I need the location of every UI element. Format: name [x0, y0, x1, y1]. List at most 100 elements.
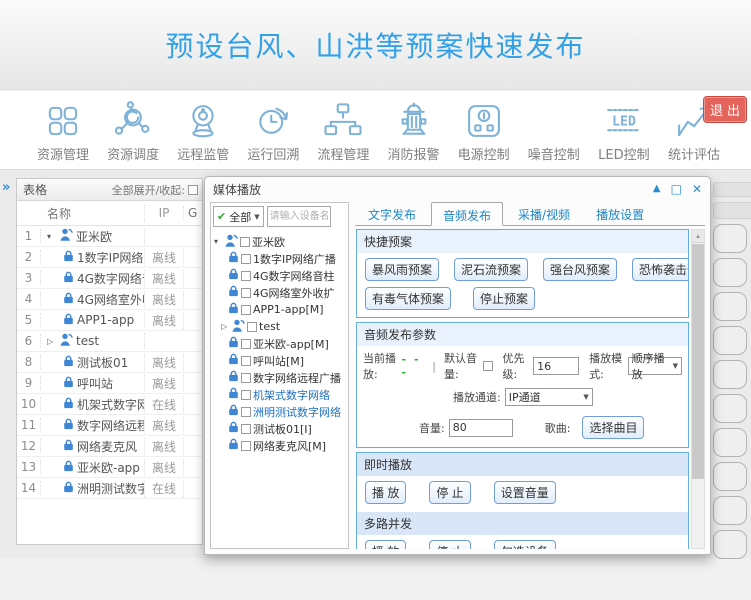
table-row[interactable]: 13亚米欧-app离线 — [17, 457, 202, 478]
table-row[interactable]: 11数字网络远程广离线 — [17, 415, 202, 436]
table-row[interactable]: 8测试板01离线 — [17, 352, 202, 373]
scrollbar-thumb[interactable] — [692, 244, 704, 479]
volume-input[interactable] — [449, 419, 513, 437]
quick-plan-button[interactable]: 暴风雨预案 — [365, 258, 439, 281]
default-volume-checkbox[interactable] — [483, 361, 493, 371]
quick-plan-button[interactable]: 泥石流预案 — [454, 258, 528, 281]
tree-checkbox[interactable] — [241, 254, 251, 264]
minimize-icon[interactable]: ▲ — [653, 184, 661, 194]
tree-checkbox[interactable] — [241, 424, 251, 434]
row-name-cell: APP1-app — [41, 313, 145, 328]
tab-采播/视频[interactable]: 采播/视频 — [507, 202, 581, 225]
tree-item[interactable]: 洲明测试数字网络 — [214, 403, 348, 420]
tree-item[interactable]: 机架式数字网络 — [214, 386, 348, 403]
instant-play-button[interactable]: 播 放 — [365, 481, 406, 504]
multi-play-button[interactable]: 勾选设备 — [494, 540, 556, 549]
tree-checkbox[interactable] — [241, 339, 251, 349]
tree-collapsed-icon[interactable]: ▷ — [47, 337, 57, 346]
tree-checkbox[interactable] — [241, 390, 251, 400]
chevron-down-icon: ▼ — [254, 213, 259, 221]
toolbar-button-5[interactable]: 流程管理 — [310, 98, 376, 169]
expand-collapse-checkbox[interactable] — [188, 185, 198, 195]
tree-expanded-icon[interactable]: ▾ — [47, 232, 57, 241]
quick-plan-button[interactable]: 停止预案 — [473, 287, 535, 310]
tree-item[interactable]: 4G网络室外收扩 — [214, 284, 348, 301]
table-row[interactable]: 5APP1-app离线 — [17, 310, 202, 331]
table-row[interactable]: 14洲明测试数字网在线 — [17, 478, 202, 499]
toolbar-label: 远程监管 — [177, 144, 229, 163]
scroll-up-icon[interactable]: ▴ — [692, 230, 704, 243]
content-scrollbar[interactable]: ▴ — [691, 229, 705, 549]
sections: 快捷预案 暴风雨预案泥石流预案强台风预案恐怖袭击预案 有毒气体预案停止预案 音频… — [356, 229, 689, 549]
table-row[interactable]: 10机架式数字网络在线 — [17, 394, 202, 415]
tree-checkbox[interactable] — [241, 288, 251, 298]
table-row[interactable]: 12网络麦克风离线 — [17, 436, 202, 457]
toolbar-button-4[interactable]: 运行回溯 — [240, 98, 306, 169]
toolbar-label: 运行回溯 — [247, 144, 299, 163]
quick-plan-button[interactable]: 恐怖袭击预案 — [632, 258, 689, 281]
tree-checkbox[interactable] — [247, 322, 257, 332]
quick-plan-button[interactable]: 强台风预案 — [543, 258, 617, 281]
tree-item[interactable]: 数字网络远程广播 — [214, 369, 348, 386]
tree-checkbox[interactable] — [240, 237, 250, 247]
tree-collapsed-icon[interactable]: ▷ — [221, 322, 230, 331]
tab-播放设置[interactable]: 播放设置 — [585, 202, 655, 225]
tree-checkbox[interactable] — [241, 356, 251, 366]
table-row[interactable]: 21数字IP网络广播离线 — [17, 247, 202, 268]
tree-item[interactable]: 网络麦克风[M] — [214, 437, 348, 454]
tree-item[interactable]: 亚米欧-app[M] — [214, 335, 348, 352]
section-audio-params: 音频发布参数 当前播放: - - - | 默认音量: 优先级: 播放模式: 顺序… — [356, 322, 689, 448]
table-row[interactable]: 34G数字网络音柱离线 — [17, 268, 202, 289]
tab-文字发布[interactable]: 文字发布 — [357, 202, 427, 225]
instant-play-button[interactable]: 设置音量 — [494, 481, 556, 504]
tree-item[interactable]: ▷test — [214, 318, 348, 335]
toolbar-button-2[interactable]: 资源调度 — [100, 98, 166, 169]
tree-item[interactable]: 测试板01[I] — [214, 420, 348, 437]
channel-select[interactable]: IP通道 ▼ — [505, 388, 593, 406]
device-icon — [63, 439, 74, 454]
quick-plan-buttons-row2: 有毒气体预案停止预案 — [357, 285, 688, 317]
tree-item[interactable]: 4G数字网络音柱 — [214, 267, 348, 284]
toolbar-button-3[interactable]: 远程监管 — [170, 98, 236, 169]
table-row[interactable]: 9呼叫站离线 — [17, 373, 202, 394]
toolbar-button-8[interactable]: 噪音控制 — [521, 98, 587, 169]
quick-plan-button[interactable]: 有毒气体预案 — [365, 287, 451, 310]
tree-item[interactable]: 1数字IP网络广播 — [214, 250, 348, 267]
play-mode-select[interactable]: 顺序播放 ▼ — [628, 357, 682, 375]
multi-play-button[interactable]: 播 放 — [365, 540, 406, 549]
tree-item[interactable]: ▾亚米欧 — [214, 233, 348, 250]
toolbar-button-6[interactable]: 消防报警 — [381, 98, 447, 169]
multi-play-button[interactable]: 停 止 — [429, 540, 470, 549]
toolbar-button-9[interactable]: LEDLED控制 — [591, 98, 657, 169]
device-search-input[interactable] — [267, 206, 331, 227]
select-track-button[interactable]: 选择曲目 — [582, 416, 644, 439]
close-icon[interactable]: ✕ — [692, 184, 702, 194]
tree-item[interactable]: 呼叫站[M] — [214, 352, 348, 369]
priority-input[interactable] — [533, 357, 579, 375]
row-number: 2 — [17, 250, 41, 264]
panel-collapse-chevron[interactable]: » — [0, 170, 16, 195]
maximize-icon[interactable]: □ — [671, 184, 682, 194]
instant-play-button[interactable]: 停 止 — [429, 481, 470, 504]
tree-checkbox[interactable] — [241, 441, 251, 451]
table-row[interactable]: 44G网络室外收扩离线 — [17, 289, 202, 310]
dialog-titlebar[interactable]: 媒体播放 ▲ □ ✕ — [205, 177, 710, 201]
tree-checkbox[interactable] — [241, 407, 251, 417]
tree-checkbox[interactable] — [241, 305, 251, 315]
song-label: 歌曲: — [545, 420, 571, 436]
table-row[interactable]: 1▾亚米欧 — [17, 226, 202, 247]
table-row[interactable]: 6▷test — [17, 331, 202, 352]
socket-icon — [463, 98, 505, 144]
tab-音频发布[interactable]: 音频发布 — [431, 202, 503, 226]
background-button — [713, 224, 747, 253]
tree-checkbox[interactable] — [241, 373, 251, 383]
expand-collapse-toggle[interactable]: 全部展开/收起: — [112, 182, 198, 198]
exit-button[interactable]: 退出 — [703, 96, 747, 123]
filter-dropdown[interactable]: ✔ 全部 ▼ — [213, 206, 264, 227]
toolbar-button-1[interactable]: 资源管理 — [30, 98, 96, 169]
toolbar-button-7[interactable]: 电源控制 — [451, 98, 517, 169]
tree-checkbox[interactable] — [241, 271, 251, 281]
tree-item[interactable]: APP1-app[M] — [214, 301, 348, 318]
row-number: 4 — [17, 292, 41, 306]
tree-expanded-icon[interactable]: ▾ — [214, 237, 223, 246]
